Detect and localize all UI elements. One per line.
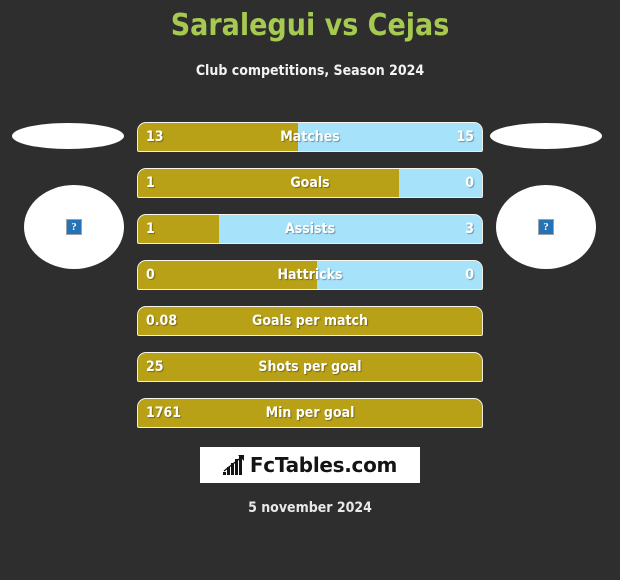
stat-label: Min per goal: [265, 405, 355, 421]
stat-home-value: 25: [146, 359, 164, 375]
fctables-logo[interactable]: FcTables.com: [200, 447, 420, 483]
graphic-date: 5 november 2024: [248, 500, 372, 516]
stat-home-value: 1: [146, 175, 155, 191]
broken-image-glyph: ?: [543, 220, 549, 233]
stat-row: Min per goal 1761: [137, 398, 483, 428]
page-subtitle: Club competitions, Season 2024: [195, 63, 425, 79]
home-crest-main-shape: ?: [24, 185, 124, 269]
stat-row: Matches 13 15: [137, 122, 483, 152]
stat-away-value: 0: [465, 267, 474, 283]
stat-away-value: 15: [456, 129, 474, 145]
stat-label: Matches: [280, 129, 340, 145]
stat-home-value: 1761: [146, 405, 182, 421]
stat-label: Shots per goal: [258, 359, 362, 375]
stat-away-value: 0: [465, 175, 474, 191]
stat-comparison-graphic: Saralegui vs Cejas Club competitions, Se…: [0, 0, 620, 580]
away-crest-top-shape: [490, 123, 602, 149]
stat-row: Shots per goal 25: [137, 352, 483, 382]
bar-chart-trend-icon: [222, 455, 244, 475]
stat-label: Goals per match: [252, 313, 368, 329]
stat-row: Goals 1 0: [137, 168, 483, 198]
stat-home-value: 1: [146, 221, 155, 237]
away-crest-main-shape: ?: [496, 185, 596, 269]
stat-home-value: 0: [146, 267, 155, 283]
fctables-logo-text: FcTables.com: [249, 453, 398, 477]
stat-label: Hattricks: [277, 267, 343, 283]
stat-label: Goals: [290, 175, 330, 191]
stat-away-value: 3: [465, 221, 474, 237]
broken-image-icon: ?: [66, 219, 82, 235]
broken-image-icon: ?: [538, 219, 554, 235]
stat-row: Assists 1 3: [137, 214, 483, 244]
home-crest-top-shape: [12, 123, 124, 149]
stat-row: Hattricks 0 0: [137, 260, 483, 290]
away-team-crest: ?: [490, 120, 614, 270]
stat-label: Assists: [284, 221, 336, 237]
page-title: Saralegui vs Cejas: [170, 8, 450, 43]
stat-bar-list: Matches 13 15 Goals 1 0 Assists 1 3 Hattricks 0 0 Go…: [137, 122, 483, 444]
stat-home-value: 0.08: [146, 313, 178, 329]
stat-row: Goals per match 0.08: [137, 306, 483, 336]
home-team-crest: ?: [6, 120, 130, 270]
broken-image-glyph: ?: [71, 220, 77, 233]
stat-home-value: 13: [146, 129, 164, 145]
